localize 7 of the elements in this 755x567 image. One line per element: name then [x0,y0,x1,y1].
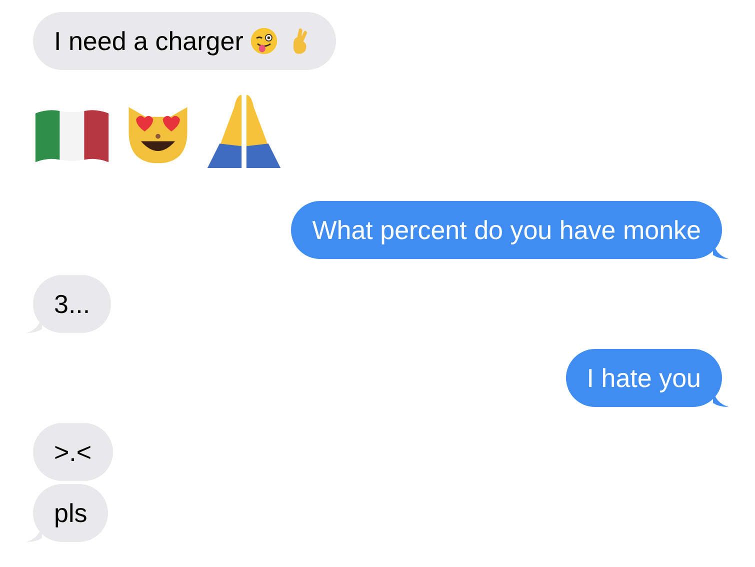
message-text: I need a charger [54,24,244,58]
message-text: What percent do you have monke [312,214,701,246]
message-text: I hate you [586,362,701,394]
message-text: pls [54,496,88,530]
winking-face-icon [249,26,280,56]
message-text: >.< [54,436,92,468]
message-text: 3... [54,288,90,320]
